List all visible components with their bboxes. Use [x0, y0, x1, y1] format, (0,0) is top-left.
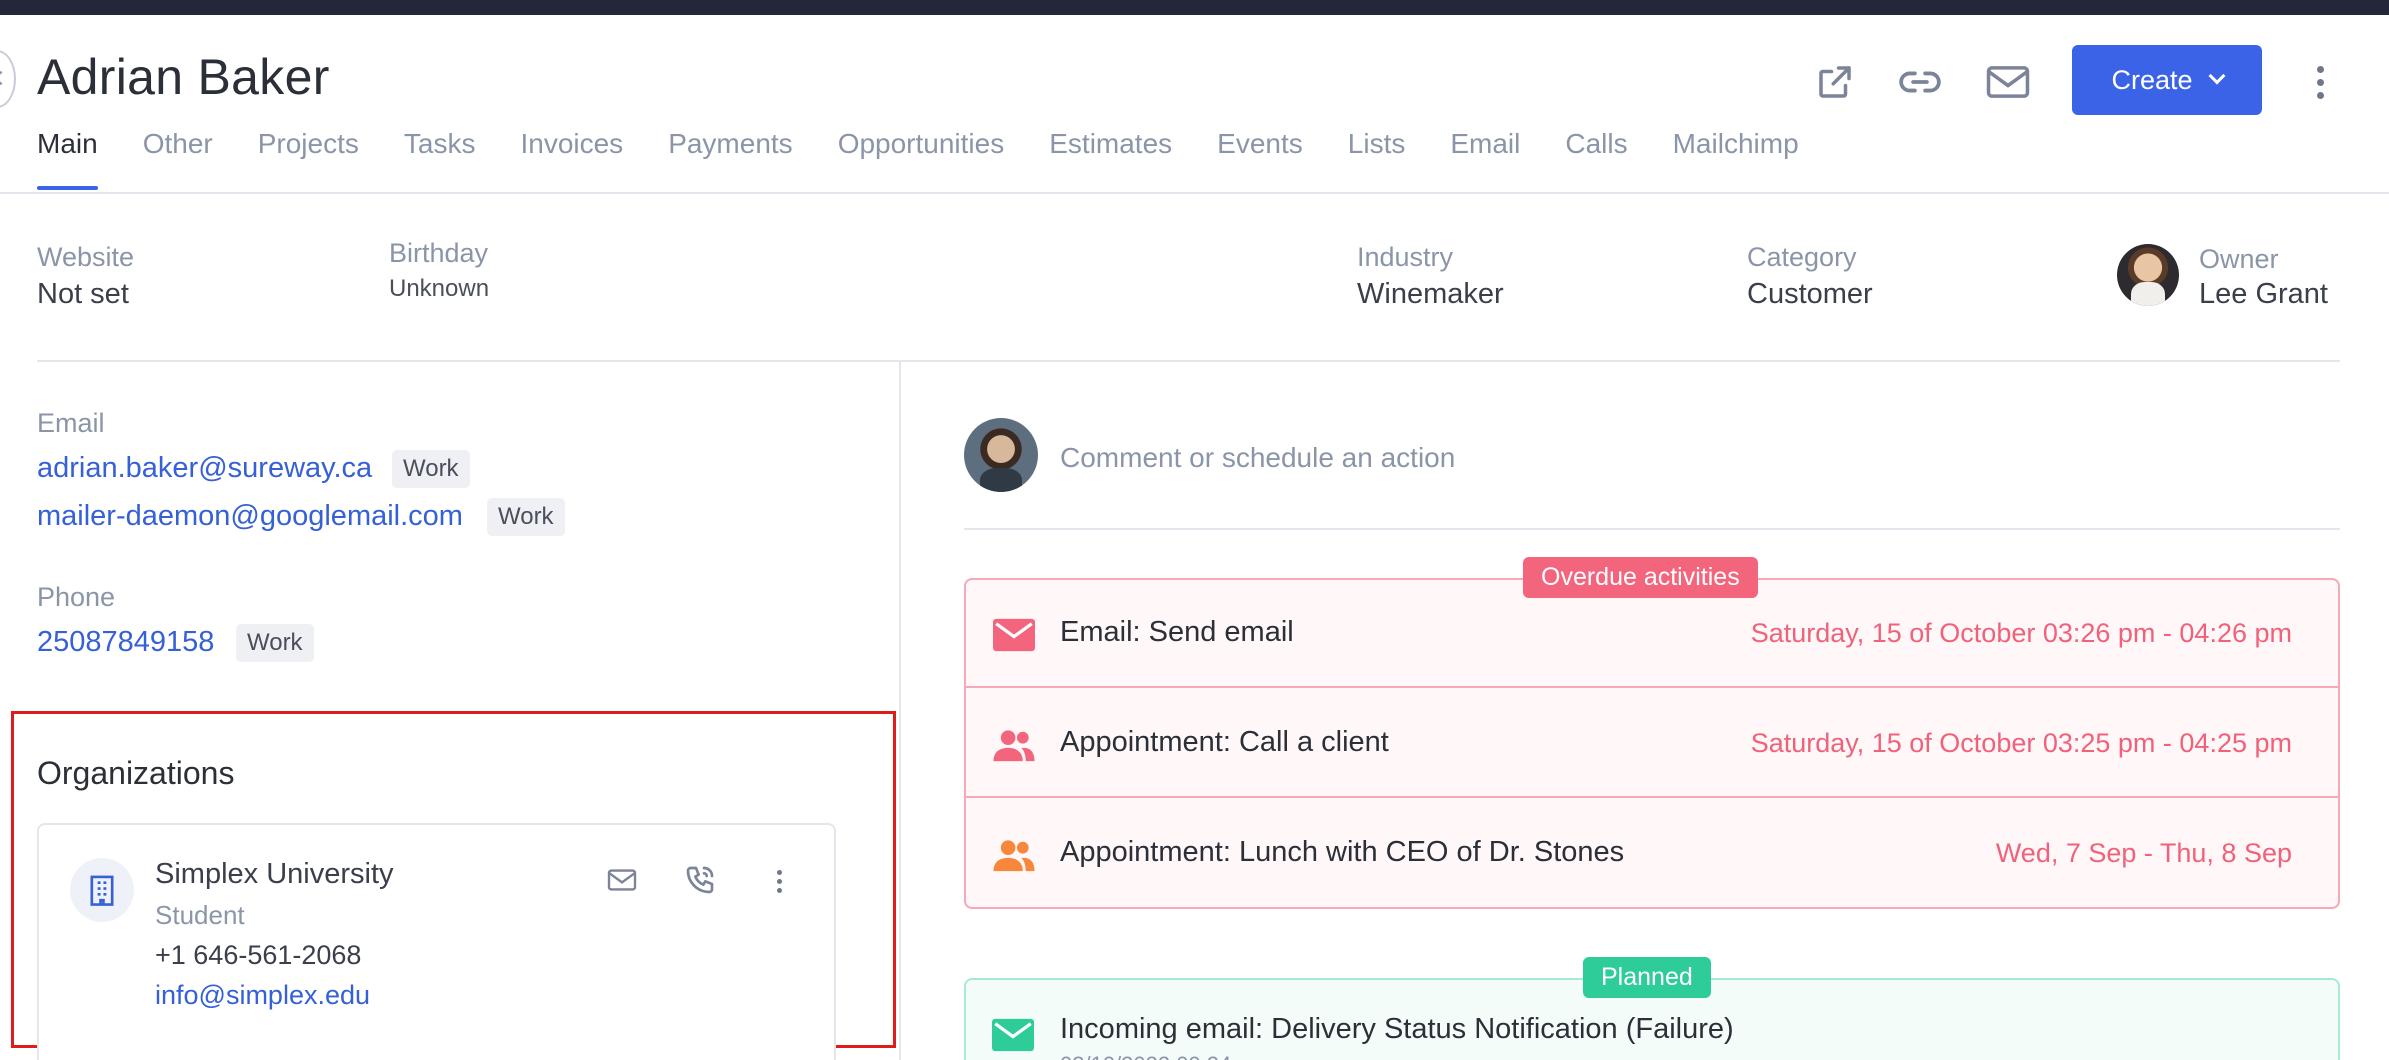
chevron-left-icon — [0, 70, 9, 86]
page-title: Adrian Baker — [37, 49, 330, 105]
mail-icon — [992, 618, 1036, 652]
email-label: Email — [37, 408, 105, 438]
tab-bar: Main Other Projects Tasks Invoices Payme… — [37, 128, 1844, 190]
activity-time: Saturday, 15 of October 03:25 pm - 04:25… — [1750, 728, 2292, 758]
send-email-button[interactable] — [1983, 57, 2033, 107]
organization-name[interactable]: Simplex University — [155, 858, 394, 891]
tab-tasks[interactable]: Tasks — [404, 128, 476, 190]
create-button[interactable]: Create — [2072, 45, 2262, 115]
top-bar — [0, 0, 2389, 15]
mail-icon — [1986, 66, 2030, 98]
info-divider — [37, 360, 2340, 362]
tab-invoices[interactable]: Invoices — [520, 128, 623, 190]
tab-projects[interactable]: Projects — [258, 128, 359, 190]
email-type-tag: Work — [392, 450, 470, 488]
email-link[interactable]: adrian.baker@sureway.ca — [37, 452, 372, 485]
user-avatar — [964, 418, 1038, 492]
tab-lists[interactable]: Lists — [1348, 128, 1406, 190]
phone-type-tag: Work — [236, 624, 314, 662]
phone-label: Phone — [37, 582, 116, 612]
tab-payments[interactable]: Payments — [668, 128, 793, 190]
tab-opportunities[interactable]: Opportunities — [838, 128, 1005, 190]
activity-title: Appointment: Lunch with CEO of Dr. Stone… — [1060, 836, 1625, 868]
planned-activity-title: Incoming email: Delivery Status Notifica… — [1060, 1013, 1734, 1045]
organization-call-button[interactable] — [678, 860, 722, 900]
website-value[interactable]: Not set — [37, 278, 129, 311]
phone-call-icon — [686, 866, 714, 894]
tab-email[interactable]: Email — [1450, 128, 1520, 190]
back-button[interactable] — [0, 50, 16, 108]
activity-row[interactable]: Appointment: Lunch with CEO of Dr. Stone… — [966, 800, 2338, 908]
create-button-label: Create — [2111, 64, 2193, 95]
birthday-value[interactable]: Unknown — [389, 275, 489, 303]
tab-main[interactable]: Main — [37, 128, 98, 190]
chevron-down-icon — [2208, 67, 2226, 85]
tab-events[interactable]: Events — [1217, 128, 1303, 190]
organization-email-button[interactable] — [600, 860, 644, 900]
organization-role: Student — [155, 900, 245, 930]
column-divider — [899, 362, 901, 1060]
activity-title: Appointment: Call a client — [1060, 726, 1389, 758]
external-link-icon — [1819, 66, 1851, 98]
organizations-heading: Organizations — [37, 755, 235, 791]
email-type-tag: Work — [487, 498, 565, 536]
mail-icon — [607, 869, 637, 891]
activity-row[interactable]: Appointment: Call a client Saturday, 15 … — [966, 690, 2338, 798]
people-icon — [992, 838, 1036, 872]
activity-title: Email: Send email — [1060, 616, 1294, 648]
tab-calls[interactable]: Calls — [1565, 128, 1627, 190]
tabs-divider — [0, 192, 2389, 194]
comment-input[interactable] — [1060, 438, 2340, 478]
category-label: Category — [1747, 242, 1857, 272]
open-external-button[interactable] — [1810, 57, 1860, 107]
activity-time: Wed, 7 Sep - Thu, 8 Sep — [1995, 838, 2292, 868]
organization-email[interactable]: info@simplex.edu — [155, 980, 370, 1011]
mail-icon — [992, 1018, 1036, 1052]
building-icon — [70, 858, 134, 922]
phone-link[interactable]: 25087849158 — [37, 626, 214, 659]
activity-time: Saturday, 15 of October 03:26 pm - 04:26… — [1750, 618, 2292, 648]
tab-other[interactable]: Other — [143, 128, 213, 190]
more-options-button[interactable] — [2300, 57, 2340, 107]
tab-estimates[interactable]: Estimates — [1049, 128, 1172, 190]
owner-label: Owner — [2199, 244, 2279, 274]
email-link[interactable]: mailer-daemon@googlemail.com — [37, 500, 463, 533]
people-icon — [992, 728, 1036, 762]
link-icon — [1899, 71, 1941, 93]
organization-phone[interactable]: +1 646-561-2068 — [155, 940, 361, 971]
birthday-label: Birthday — [389, 238, 489, 268]
activity-row[interactable]: Email: Send email Saturday, 15 of Octobe… — [966, 580, 2338, 688]
tab-mailchimp[interactable]: Mailchimp — [1673, 128, 1799, 190]
comment-divider — [964, 528, 2340, 530]
website-label: Website — [37, 242, 135, 272]
planned-activity-time: 03/10/2022 09:24 — [1060, 1052, 1231, 1060]
owner-avatar — [2117, 244, 2179, 306]
category-value[interactable]: Customer — [1747, 278, 1873, 311]
copy-link-button[interactable] — [1895, 57, 1945, 107]
owner-value[interactable]: Lee Grant — [2199, 278, 2328, 311]
industry-value[interactable]: Winemaker — [1357, 278, 1504, 311]
organization-more-button[interactable] — [764, 866, 794, 896]
planned-badge: Planned — [1583, 957, 1711, 998]
industry-label: Industry — [1357, 242, 1454, 272]
